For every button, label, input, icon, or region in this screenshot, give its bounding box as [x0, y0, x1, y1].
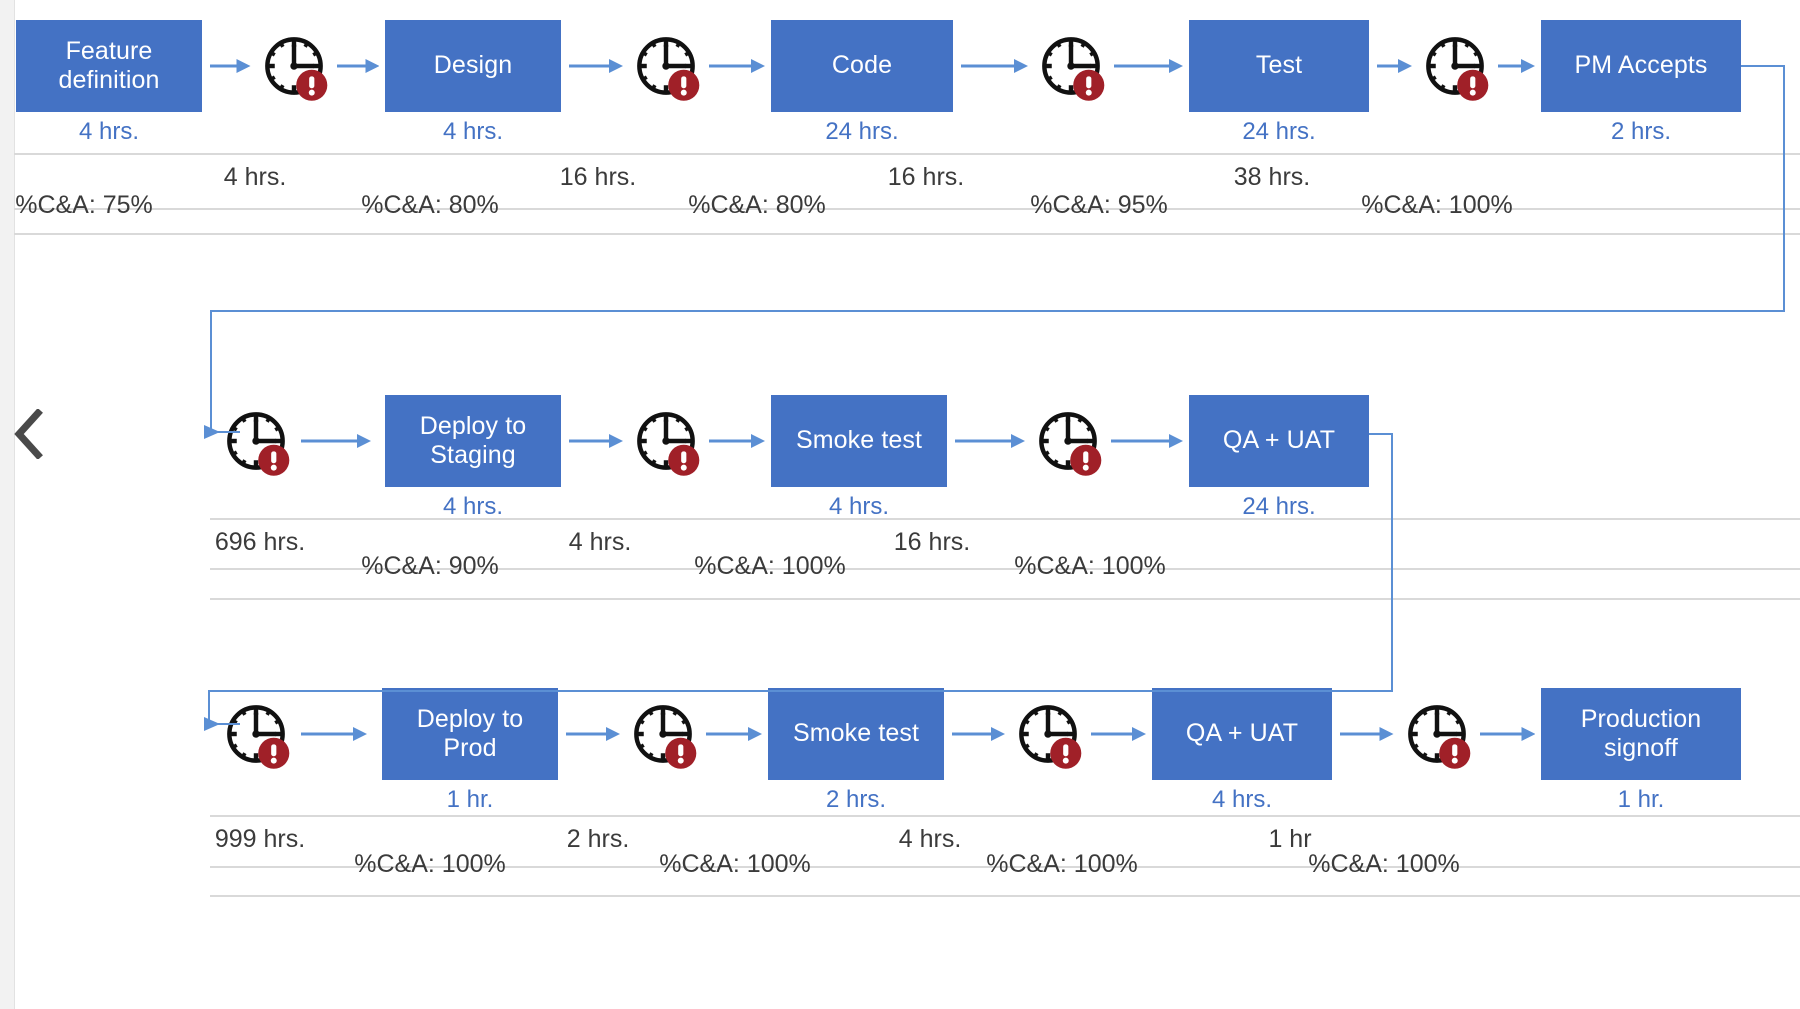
flow-arrow-icon — [706, 724, 762, 744]
clock-delay-icon — [626, 697, 700, 771]
complete-accurate-label: %C&A: 100% — [986, 850, 1138, 878]
cycle-time-label: 4 hrs. — [78, 118, 140, 145]
lead-time-label: 38 hrs. — [1233, 163, 1311, 191]
separator-rule — [14, 153, 1800, 155]
connector-segment — [208, 690, 1393, 692]
flow-arrow-icon — [210, 56, 251, 76]
process-box[interactable]: Deploy to Staging — [385, 395, 561, 487]
process-box[interactable]: Smoke test — [771, 395, 947, 487]
cycle-time-label: 24 hrs. — [1242, 118, 1316, 145]
connector-segment — [1391, 433, 1393, 691]
cycle-time-label: 2 hrs. — [1610, 118, 1672, 145]
left-rail-divider — [14, 0, 15, 1009]
clock-delay-icon — [1031, 404, 1105, 478]
clock-delay-icon — [1418, 29, 1492, 103]
cycle-time-label: 4 hrs. — [1211, 786, 1273, 813]
value-stream-map-canvas: Feature definition 4 hrs. Design 4 hrs. Code… — [0, 0, 1800, 1009]
connector-arrowhead-icon — [202, 715, 220, 738]
connector-segment — [1783, 65, 1785, 312]
flow-arrow-icon — [569, 56, 623, 76]
previous-slide-chevron-icon[interactable] — [7, 405, 51, 463]
complete-accurate-label: %C&A: 100% — [659, 850, 811, 878]
flow-arrow-icon — [301, 431, 371, 451]
clock-delay-icon — [219, 404, 293, 478]
flow-arrow-icon — [336, 56, 379, 76]
clock-delay-icon — [629, 29, 703, 103]
separator-rule — [210, 598, 1800, 600]
flow-arrow-icon — [709, 431, 765, 451]
clock-delay-icon — [1034, 29, 1108, 103]
process-box[interactable]: Design — [385, 20, 561, 112]
connector-segment — [210, 310, 212, 432]
cycle-time-label: 4 hrs. — [828, 493, 890, 520]
complete-accurate-label: %C&A: 100% — [1361, 191, 1513, 219]
flow-arrow-icon — [566, 724, 620, 744]
process-box[interactable]: QA + UAT — [1189, 395, 1369, 487]
complete-accurate-label: %C&A: 100% — [694, 552, 846, 580]
separator-rule — [14, 233, 1800, 235]
complete-accurate-label: %C&A: 95% — [1030, 191, 1168, 219]
flow-arrow-icon — [1377, 56, 1412, 76]
left-rail — [0, 0, 14, 1009]
cycle-time-label: 1 hr. — [1617, 786, 1665, 813]
flow-arrow-icon — [569, 431, 623, 451]
process-box[interactable]: Test — [1189, 20, 1369, 112]
flow-arrow-icon — [955, 431, 1025, 451]
flow-arrow-icon — [961, 56, 1028, 76]
clock-delay-icon — [219, 697, 293, 771]
flow-arrow-icon — [1498, 56, 1535, 76]
cycle-time-label: 24 hrs. — [1242, 493, 1316, 520]
complete-accurate-label: %C&A: 80% — [688, 191, 826, 219]
connector-segment — [1741, 65, 1785, 67]
process-box[interactable]: Production signoff — [1541, 688, 1741, 780]
process-box[interactable]: Feature definition — [16, 20, 202, 112]
process-box[interactable]: Code — [771, 20, 953, 112]
connector-segment — [1369, 433, 1393, 435]
cycle-time-label: 24 hrs. — [825, 118, 899, 145]
flow-arrow-icon — [301, 724, 367, 744]
connector-arrowhead-icon — [202, 423, 220, 446]
flow-arrow-icon — [1340, 724, 1394, 744]
process-box[interactable]: QA + UAT — [1152, 688, 1332, 780]
lead-time-label: 16 hrs. — [887, 163, 965, 191]
separator-rule — [210, 895, 1800, 897]
complete-accurate-label: %C&A: 90% — [361, 552, 499, 580]
cycle-time-label: 4 hrs. — [442, 493, 504, 520]
cycle-time-label: 4 hrs. — [442, 118, 504, 145]
clock-delay-icon — [629, 404, 703, 478]
process-box[interactable]: Deploy to Prod — [382, 688, 558, 780]
complete-accurate-label: %C&A: 75% — [15, 191, 153, 219]
complete-accurate-label: %C&A: 100% — [354, 850, 506, 878]
clock-delay-icon — [257, 29, 331, 103]
cycle-time-label: 2 hrs. — [825, 786, 887, 813]
flow-arrow-icon — [1091, 724, 1146, 744]
separator-rule — [210, 815, 1800, 817]
flow-arrow-icon — [1111, 431, 1183, 451]
separator-rule — [210, 518, 1800, 520]
flow-arrow-icon — [1114, 56, 1183, 76]
clock-delay-icon — [1011, 697, 1085, 771]
flow-arrow-icon — [1479, 724, 1535, 744]
complete-accurate-label: %C&A: 80% — [361, 191, 499, 219]
flow-arrow-icon — [709, 56, 765, 76]
clock-delay-icon — [1400, 697, 1474, 771]
complete-accurate-label: %C&A: 100% — [1014, 552, 1166, 580]
process-box[interactable]: Smoke test — [768, 688, 944, 780]
lead-time-label: 4 hrs. — [223, 163, 287, 191]
process-box[interactable]: PM Accepts — [1541, 20, 1741, 112]
flow-arrow-icon — [952, 724, 1005, 744]
connector-segment — [210, 310, 1785, 312]
complete-accurate-label: %C&A: 100% — [1308, 850, 1460, 878]
cycle-time-label: 1 hr. — [446, 786, 494, 813]
lead-time-label: 16 hrs. — [559, 163, 637, 191]
